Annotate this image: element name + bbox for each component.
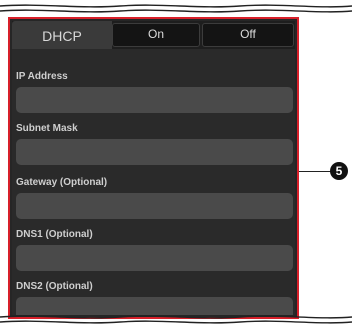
dns1-input[interactable] bbox=[16, 245, 293, 271]
callout-line bbox=[299, 171, 331, 172]
dhcp-tab-label: DHCP bbox=[42, 28, 82, 44]
ip-address-input[interactable] bbox=[16, 87, 293, 113]
subnet-mask-label: Subnet Mask bbox=[16, 123, 78, 134]
callout-number-badge: 5 bbox=[330, 162, 348, 180]
network-settings-panel: DHCP On Off IP Address Subnet Mask Gatew… bbox=[12, 21, 295, 315]
subnet-mask-input[interactable] bbox=[16, 139, 293, 165]
dhcp-tab-bar: DHCP On Off bbox=[12, 21, 295, 49]
dns2-label: DNS2 (Optional) bbox=[16, 281, 93, 292]
gateway-input[interactable] bbox=[16, 193, 293, 219]
torn-edge-top bbox=[0, 4, 352, 13]
dns1-label: DNS1 (Optional) bbox=[16, 229, 93, 240]
gateway-label: Gateway (Optional) bbox=[16, 177, 108, 188]
dhcp-off-button[interactable]: Off bbox=[202, 23, 294, 47]
ip-address-label: IP Address bbox=[16, 71, 68, 82]
torn-edge-bottom bbox=[0, 315, 352, 324]
dhcp-on-button[interactable]: On bbox=[112, 23, 200, 47]
dhcp-tab: DHCP bbox=[12, 21, 112, 49]
highlight-frame: DHCP On Off IP Address Subnet Mask Gatew… bbox=[8, 17, 299, 319]
